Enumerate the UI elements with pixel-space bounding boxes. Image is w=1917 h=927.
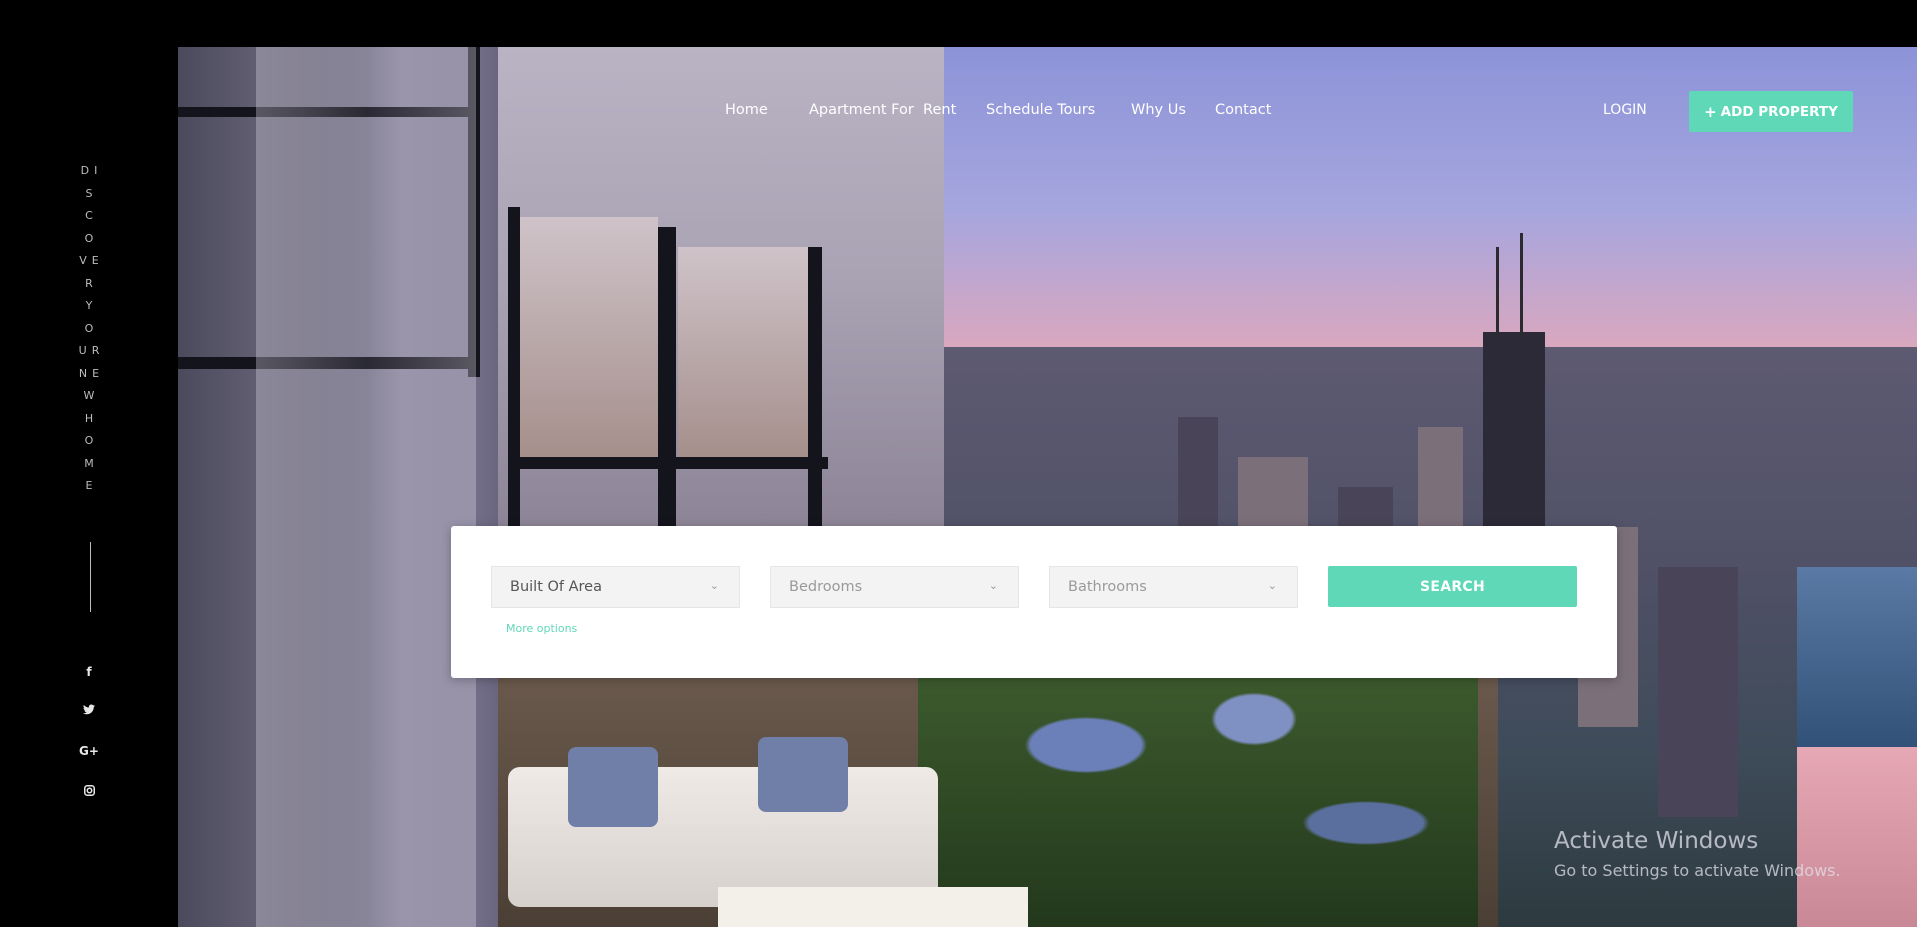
tagline-line: VE bbox=[79, 254, 104, 267]
nav-apartment-for-rent[interactable]: Apartment For Rent bbox=[809, 102, 956, 118]
built-of-area-value: Built Of Area bbox=[510, 579, 602, 595]
left-sidebar: DI S C O VE R Y O UR NE W H O M E f G+ bbox=[0, 0, 178, 927]
chevron-down-icon: ⌄ bbox=[988, 579, 998, 592]
pink-building bbox=[1797, 747, 1917, 927]
chevron-down-icon: ⌄ bbox=[709, 579, 719, 592]
facebook-icon[interactable]: f bbox=[74, 665, 104, 679]
add-property-button[interactable]: + ADD PROPERTY bbox=[1689, 91, 1853, 132]
instagram-icon[interactable] bbox=[74, 785, 104, 799]
tagline-line: O bbox=[84, 231, 99, 245]
tagline-line: UR bbox=[78, 344, 105, 357]
search-panel: Built Of Area ⌄ Bedrooms ⌄ Bathrooms ⌄ S… bbox=[451, 526, 1617, 678]
tagline-line: O bbox=[84, 321, 99, 335]
chevron-down-icon: ⌄ bbox=[1267, 579, 1277, 592]
tagline-line: E bbox=[85, 479, 98, 492]
plus-icon: + bbox=[1704, 102, 1717, 121]
hero-background-image bbox=[178, 47, 1917, 927]
activate-windows-watermark-title: Activate Windows bbox=[1554, 828, 1759, 854]
bedrooms-select[interactable]: Bedrooms ⌄ bbox=[770, 566, 1019, 608]
bathrooms-value: Bathrooms bbox=[1068, 579, 1147, 595]
tagline-line: DI bbox=[80, 164, 103, 177]
tagline-line: S bbox=[85, 186, 98, 200]
discover-your-new-home-tagline: DI S C O VE R Y O UR NE W H O M E bbox=[0, 160, 178, 498]
built-of-area-select[interactable]: Built Of Area ⌄ bbox=[491, 566, 740, 608]
google-plus-icon[interactable]: G+ bbox=[74, 744, 104, 758]
tagline-line: C bbox=[85, 209, 98, 222]
lake bbox=[1797, 567, 1917, 757]
nav-schedule-tours[interactable]: Schedule Tours bbox=[986, 102, 1095, 118]
nav-home[interactable]: Home bbox=[725, 102, 768, 118]
curtain bbox=[256, 47, 476, 927]
sidebar-divider bbox=[90, 542, 91, 612]
bathrooms-select[interactable]: Bathrooms ⌄ bbox=[1049, 566, 1298, 608]
tagline-line: Y bbox=[85, 299, 98, 312]
coffee-table bbox=[718, 887, 1028, 927]
add-property-label: ADD PROPERTY bbox=[1720, 103, 1838, 120]
tagline-line: M bbox=[84, 456, 99, 470]
tagline-line: H bbox=[84, 411, 99, 425]
nav-why-us[interactable]: Why Us bbox=[1131, 102, 1186, 118]
nav-contact[interactable]: Contact bbox=[1215, 102, 1271, 118]
tagline-line: R bbox=[85, 276, 98, 290]
tagline-line: W bbox=[83, 389, 100, 402]
twitter-icon[interactable] bbox=[74, 704, 104, 718]
tagline-line: NE bbox=[78, 366, 105, 380]
login-link[interactable]: LOGIN bbox=[1603, 102, 1647, 118]
tagline-line: O bbox=[84, 434, 99, 447]
more-options-link[interactable]: More options bbox=[506, 622, 577, 635]
search-button[interactable]: SEARCH bbox=[1328, 566, 1577, 607]
activate-windows-watermark-subtitle: Go to Settings to activate Windows. bbox=[1554, 861, 1841, 880]
bedrooms-value: Bedrooms bbox=[789, 579, 863, 595]
